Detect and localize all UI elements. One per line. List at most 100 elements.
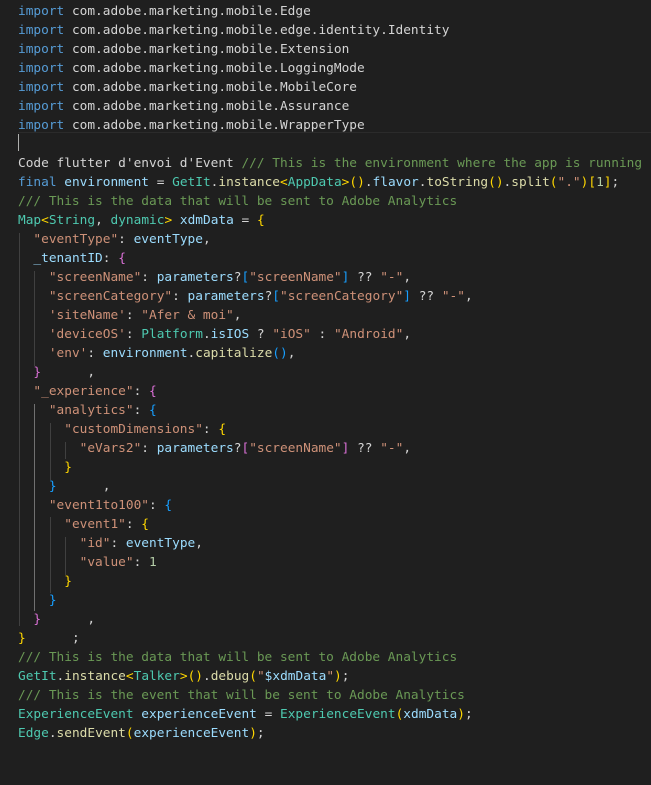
code-token: ; [464, 707, 473, 722]
code-token: eventType [133, 232, 203, 247]
code-token: "analytics" [48, 403, 134, 418]
code-token: , [403, 327, 412, 342]
code-token: ) [249, 726, 257, 741]
code-token: Code flutter d'envoi d'Event [18, 156, 242, 171]
indent-guide [65, 537, 66, 575]
code-token: ; [611, 175, 620, 190]
code-token: "." [557, 175, 581, 190]
code-token: } [33, 612, 42, 627]
code-line: import com.adobe.marketing.mobile.Mobile… [18, 78, 357, 97]
code-line: } ; [18, 629, 80, 648]
code-line: "analytics": { [18, 401, 157, 420]
code-token: { [164, 498, 173, 513]
code-token: () [272, 346, 288, 361]
code-line: "screenCategory": parameters?["screenCat… [18, 287, 473, 306]
code-line: _tenantID: { [18, 249, 126, 268]
code-token: () [488, 175, 504, 190]
code-token: instance [218, 175, 281, 190]
code-token: : [110, 536, 126, 551]
code-token: GetIt [18, 669, 57, 684]
code-token: import [18, 118, 65, 133]
code-token: "Android" [333, 327, 404, 342]
code-token: ; [256, 726, 265, 741]
indent-guide [19, 233, 20, 626]
code-token: debug [210, 669, 250, 684]
code-editor[interactable]: import com.adobe.marketing.mobile.Edge im… [0, 0, 651, 785]
code-token: , [464, 289, 473, 304]
code-token: "-" [441, 289, 465, 304]
code-token: > [164, 213, 173, 228]
code-token: { [118, 251, 126, 266]
code-token: com.adobe.marketing.mobile.edge.identity… [64, 23, 450, 38]
code-line: } [18, 458, 72, 477]
code-token: 'deviceOS' [48, 327, 126, 342]
code-token: : [133, 403, 149, 418]
code-line: } [18, 572, 72, 591]
code-token: : [172, 289, 188, 304]
code-token: : [102, 251, 119, 266]
code-token: environment [102, 346, 188, 361]
code-token: "screenName" [48, 270, 142, 285]
code-token: () [349, 175, 365, 190]
code-line: "event1": { [18, 515, 149, 534]
code-token: < [280, 175, 288, 190]
code-token: : [125, 327, 142, 342]
code-token: 'env' [48, 346, 88, 361]
code-token: "screenCategory" [48, 289, 173, 304]
code-token: com.adobe.marketing.mobile.Edge [64, 4, 311, 19]
code-token: Edge [18, 726, 49, 741]
code-token: : [141, 441, 157, 456]
code-token: , [403, 270, 412, 285]
code-token: , [95, 213, 111, 228]
code-token: : [133, 384, 150, 399]
code-token: _tenantID [33, 251, 103, 266]
code-line: final environment = GetIt. instance<AppDa… [18, 173, 619, 192]
code-line: 'siteName': "Afer & moi", [18, 306, 242, 325]
code-token: , [41, 612, 96, 627]
indent-guide [50, 423, 51, 480]
code-token: "screenName" [249, 441, 342, 456]
code-line: /// This is the data that will be sent t… [18, 192, 457, 211]
code-line: Code flutter d'envoi d'Event /// This is… [18, 154, 642, 173]
code-token: ( [249, 669, 257, 684]
code-token: xdmData [403, 707, 458, 722]
code-token: import [18, 4, 65, 19]
code-token: /// This is the data that will be sent t… [18, 194, 458, 209]
code-token: import [18, 61, 65, 76]
code-token: environment [64, 175, 149, 190]
code-token: = [256, 707, 280, 722]
indent-guide [34, 271, 35, 366]
code-token: ( [549, 175, 558, 190]
code-line: "value": 1 [18, 553, 157, 572]
code-token: { [149, 384, 157, 399]
code-line: Edge.sendEvent(experienceEvent); [18, 724, 265, 743]
code-token: : [125, 308, 142, 323]
code-token: Map [18, 213, 42, 228]
code-token: parameters [156, 441, 234, 456]
code-token: } [48, 593, 57, 608]
code-token: ?? [349, 270, 381, 285]
indent-guide [65, 442, 66, 459]
indent-guide [50, 517, 51, 593]
code-token: "screenCategory" [280, 289, 404, 304]
code-token: } [64, 574, 72, 589]
code-token: { [141, 517, 150, 532]
code-token: ?? [349, 441, 381, 456]
code-line: import com.adobe.marketing.mobile.Extens… [18, 40, 349, 59]
code-token: . [48, 726, 57, 741]
code-token: final [18, 175, 57, 190]
code-token: "event1" [64, 517, 126, 532]
code-token: parameters [187, 289, 265, 304]
code-line: } , [18, 363, 95, 382]
code-token: = [149, 175, 173, 190]
code-token: : [133, 555, 149, 570]
code-token: , [195, 536, 203, 551]
code-token: parameters [156, 270, 234, 285]
code-token: } [33, 365, 42, 380]
code-token: instance [64, 669, 126, 684]
code-token: com.adobe.marketing.mobile.MobileCore [64, 80, 358, 95]
code-token: } [48, 479, 57, 494]
